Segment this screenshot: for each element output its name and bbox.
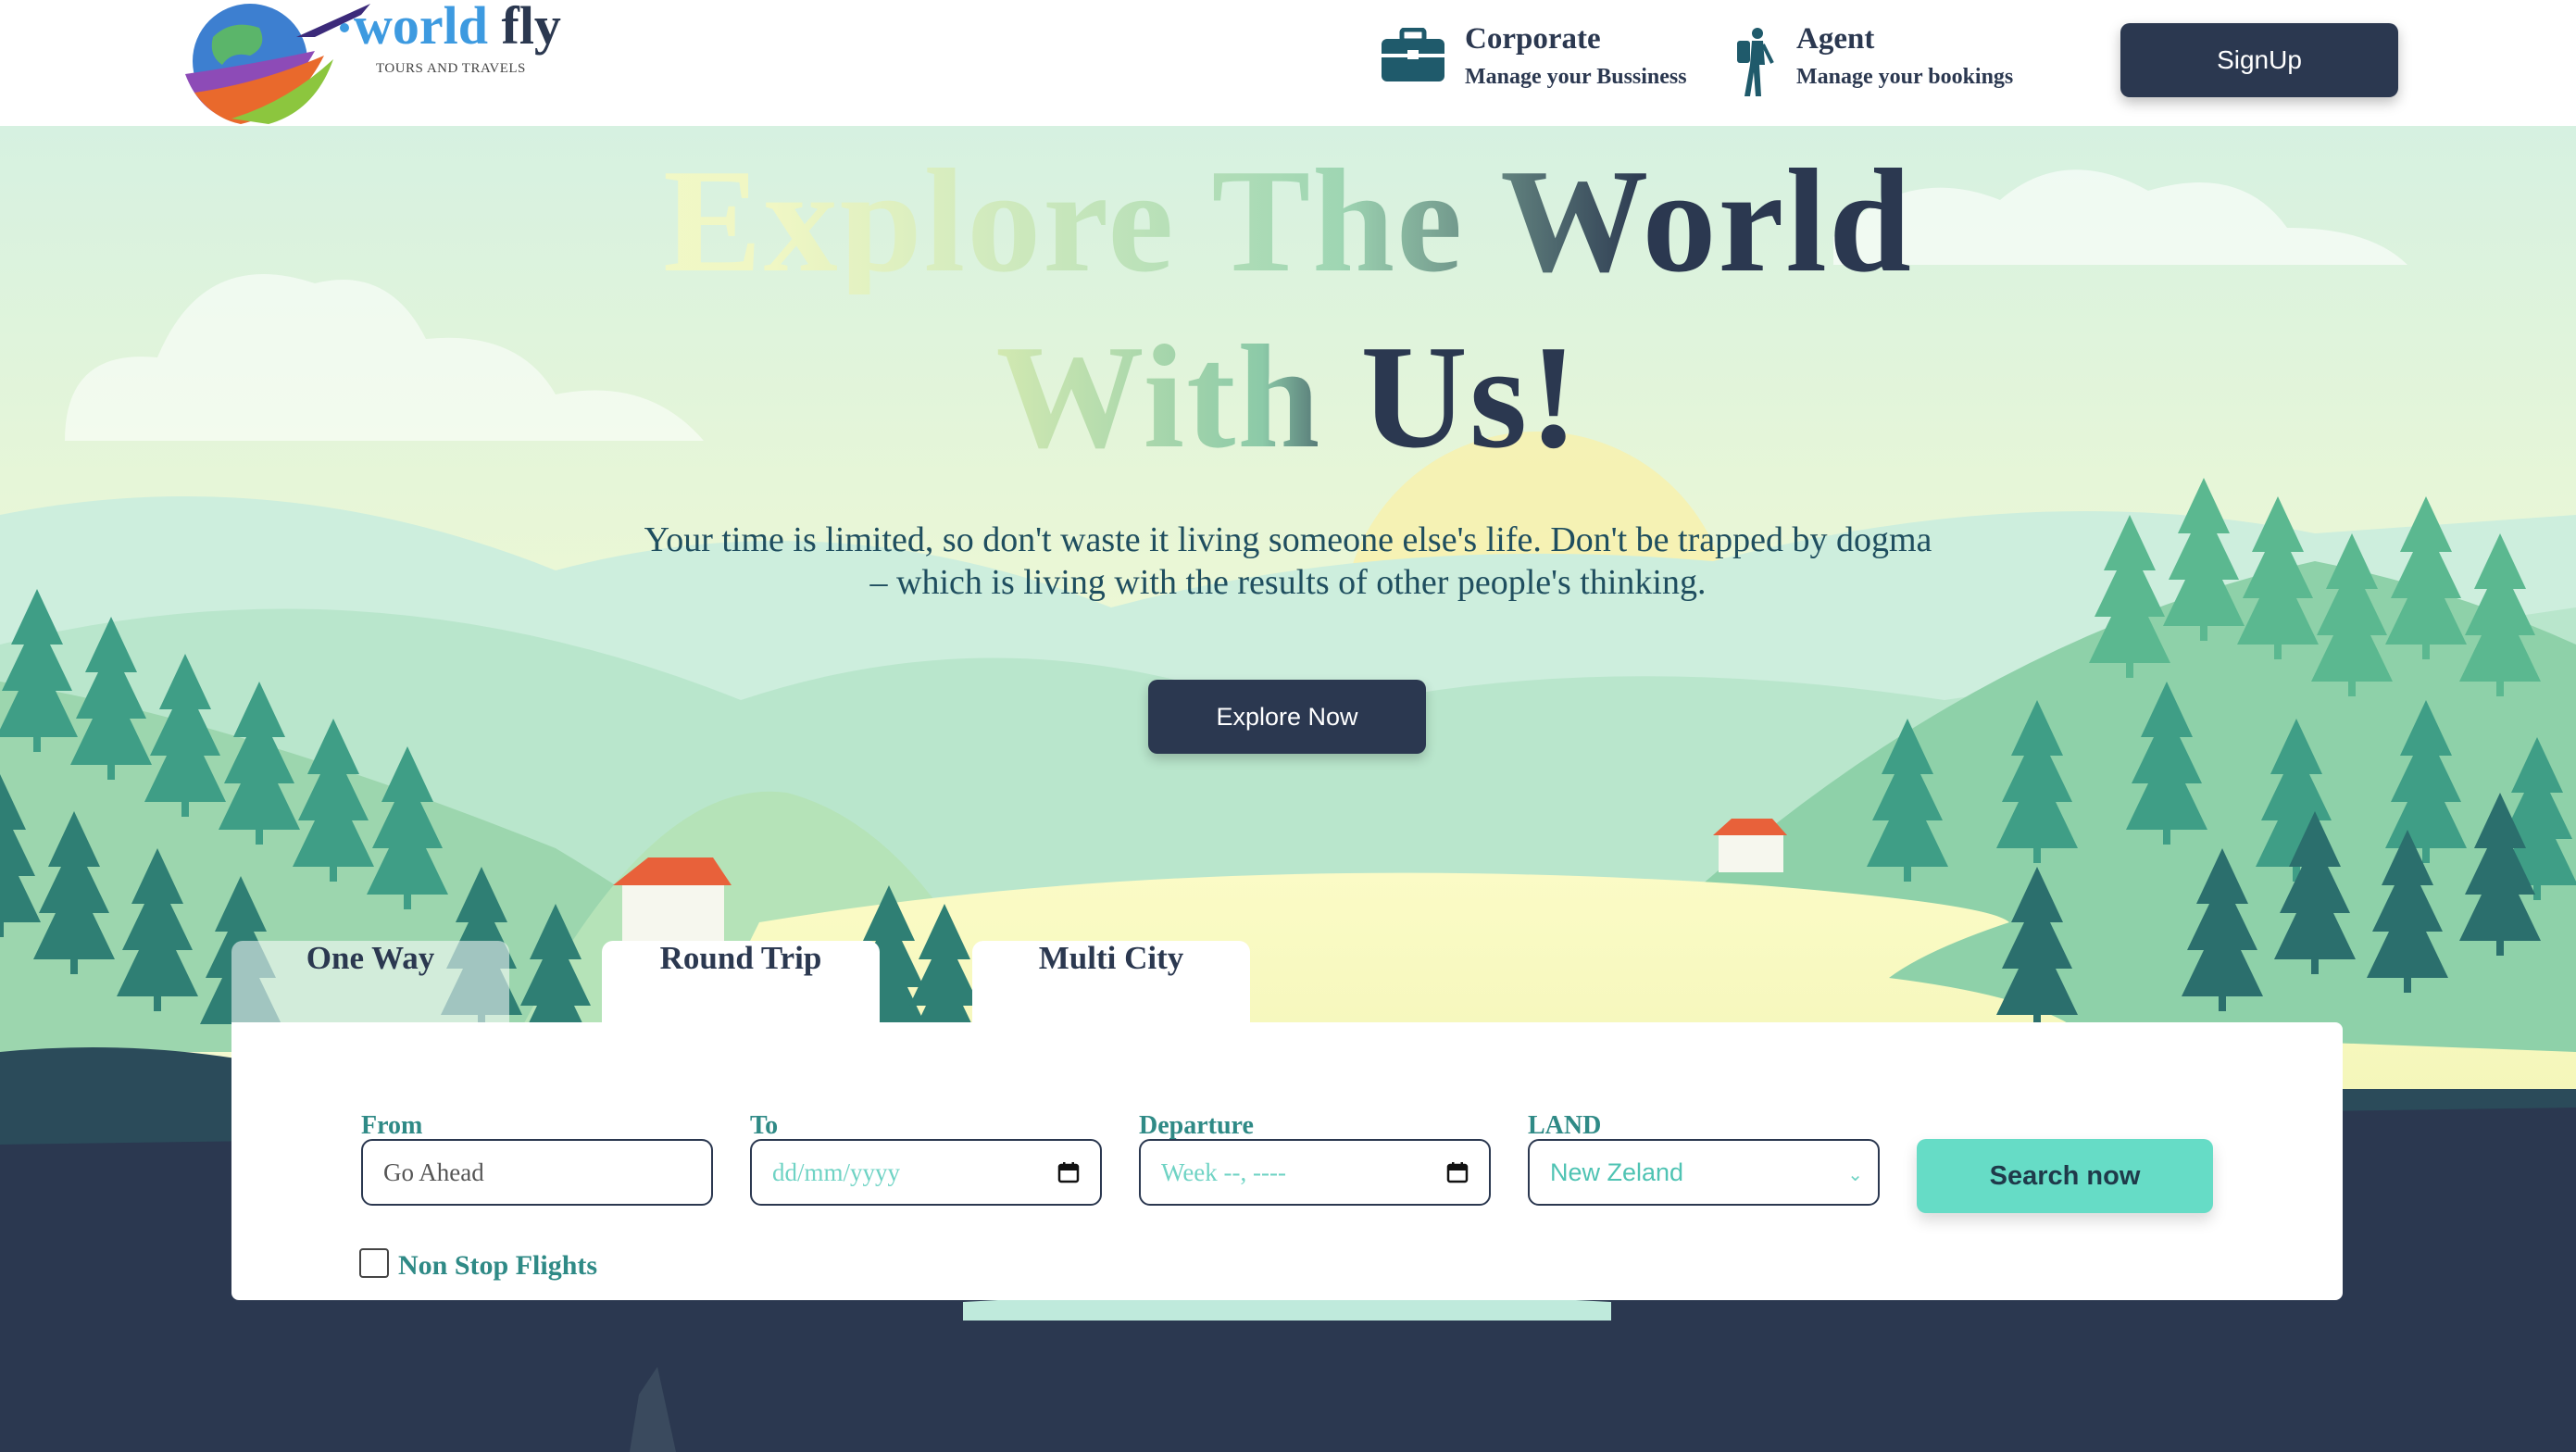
signup-button[interactable]: SignUp (2120, 23, 2398, 97)
brand-tagline: TOURS AND TRAVELS (376, 61, 526, 76)
nav-agent-title: Agent (1796, 22, 1875, 56)
brand-word-world: world (354, 0, 488, 56)
nav-agent[interactable]: Agent Manage your bookings (1732, 22, 2046, 96)
tab-one-way[interactable]: One Way (231, 941, 509, 1024)
land-select[interactable]: New Zeland ⌄ (1528, 1139, 1880, 1206)
departure-label: Departure (1139, 1111, 1254, 1140)
nav-corporate-subtitle: Manage your Bussiness (1465, 65, 1687, 89)
to-label: To (750, 1111, 779, 1140)
non-stop-checkbox[interactable] (359, 1248, 389, 1278)
nav-agent-subtitle: Manage your bookings (1796, 65, 2014, 89)
departure-week-input[interactable]: Week --, ---- (1139, 1139, 1491, 1206)
tab-multi-city[interactable]: Multi City (972, 941, 1250, 1024)
top-header: world fly TOURS AND TRAVELS Corporate Ma… (0, 0, 2576, 126)
brand-name: world fly (354, 0, 561, 56)
flight-search-panel: From Go Ahead To dd/mm/yyyy Departure We… (231, 1022, 2343, 1300)
hero-quote: Your time is limited, so don't waste it … (644, 520, 1932, 602)
to-date-input[interactable]: dd/mm/yyyy (750, 1139, 1102, 1206)
traveler-icon (1732, 28, 1776, 103)
from-label: From (361, 1111, 423, 1140)
to-date-placeholder: dd/mm/yyyy (772, 1158, 901, 1186)
search-now-button[interactable]: Search now (1917, 1139, 2213, 1213)
hero-headline-line1: Explore The World (0, 146, 2576, 294)
nav-corporate[interactable]: Corporate Manage your Bussiness (1380, 22, 1694, 96)
calendar-icon[interactable] (1057, 1161, 1080, 1183)
nav-corporate-title: Corporate (1465, 22, 1601, 56)
land-selected-value: New Zeland (1550, 1158, 1684, 1186)
explore-now-button[interactable]: Explore Now (1148, 680, 1426, 754)
brand-word-fly: fly (501, 0, 561, 56)
departure-placeholder: Week --, ---- (1161, 1158, 1286, 1186)
hero-headline-line2: With Us! (0, 322, 2576, 470)
land-label: LAND (1528, 1111, 1602, 1140)
tab-round-trip[interactable]: Round Trip (602, 941, 880, 1024)
calendar-icon[interactable] (1446, 1161, 1469, 1183)
from-input[interactable]: Go Ahead (361, 1139, 713, 1206)
non-stop-label: Non Stop Flights (398, 1250, 598, 1281)
logo[interactable]: world fly TOURS AND TRAVELS (176, 0, 583, 126)
briefcase-icon (1380, 27, 1446, 88)
chevron-down-icon: ⌄ (1847, 1163, 1863, 1185)
